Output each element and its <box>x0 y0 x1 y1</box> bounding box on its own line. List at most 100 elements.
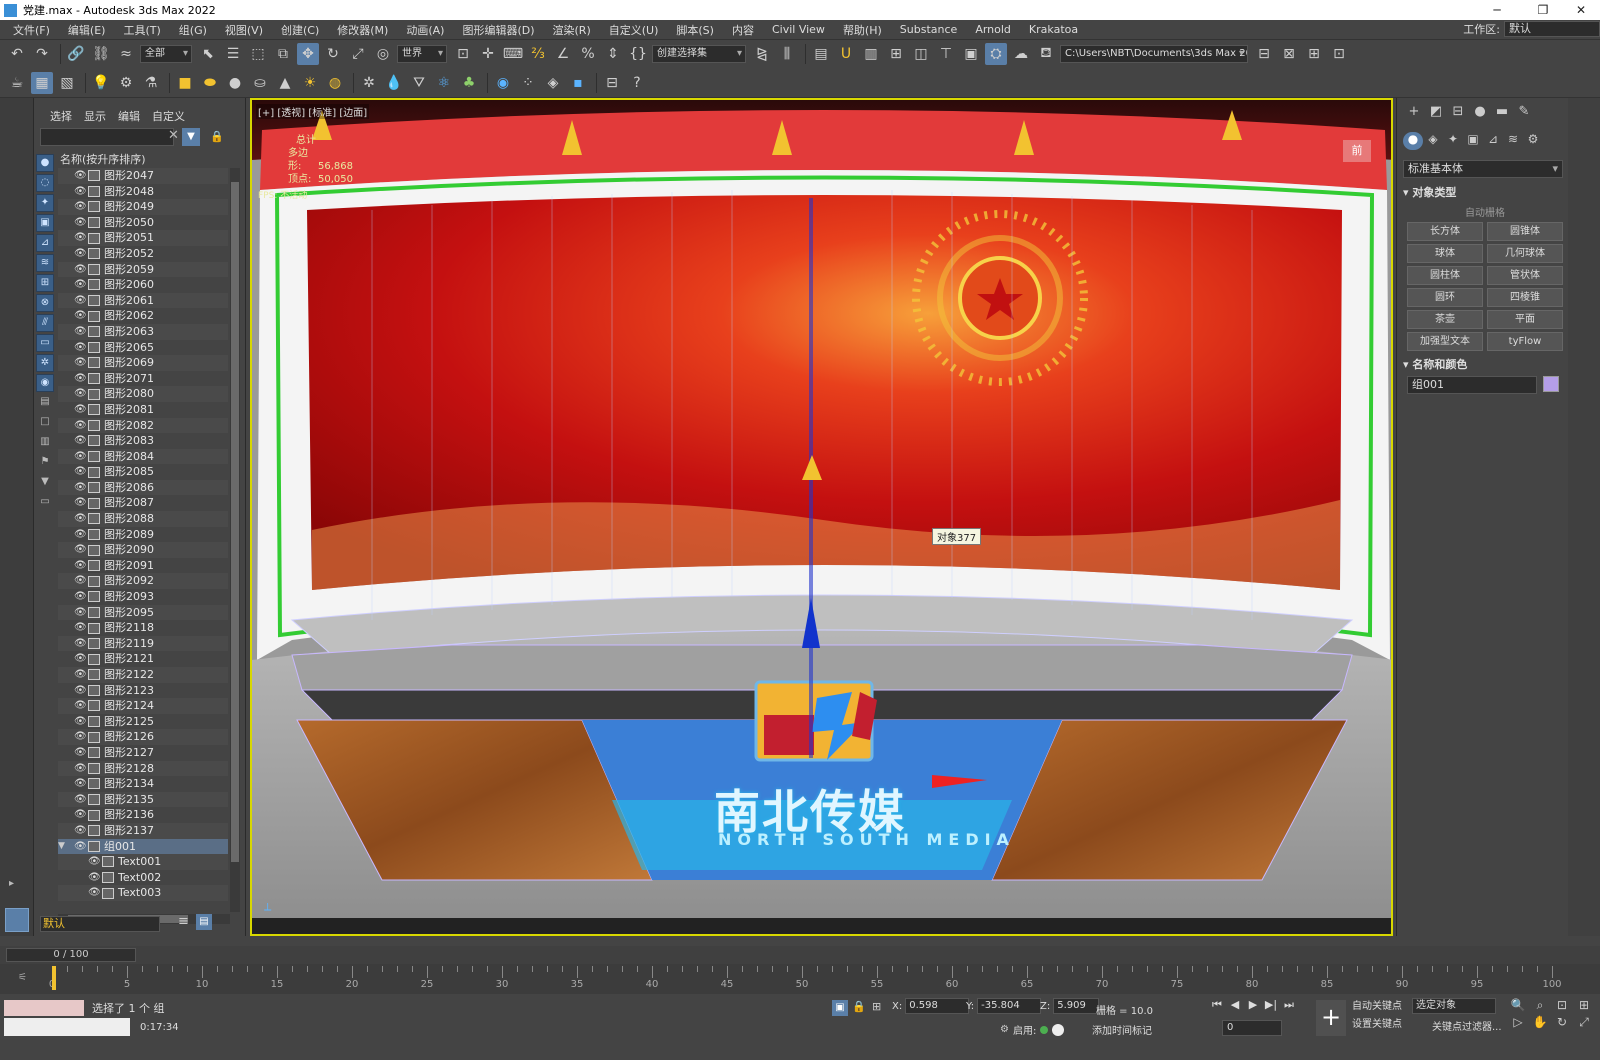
time-slider-readout[interactable]: 0 / 100 <box>6 948 136 962</box>
visibility-icon[interactable]: 👁 <box>88 854 102 870</box>
trackbar[interactable]: ⚟ 05101520253035404550556065707580859095… <box>0 964 1600 994</box>
scene-states-icon[interactable]: ⚙ <box>115 72 137 94</box>
list-item[interactable]: 👁 图形2136 <box>58 807 228 823</box>
material-editor-icon[interactable]: ◫ <box>910 43 932 65</box>
funnel-icon[interactable]: ▼ <box>36 474 54 492</box>
list-item[interactable]: 👁 图形2082 <box>58 417 228 434</box>
menu-file[interactable]: 文件(F) <box>4 22 59 38</box>
project-folder-icon[interactable]: ⊟ <box>1253 43 1275 65</box>
cameras-icon[interactable]: ▣ <box>1463 132 1483 150</box>
list-item[interactable]: 👁 图形2088 <box>58 511 228 527</box>
render-online-icon[interactable]: ☁ <box>1010 43 1032 65</box>
list-item[interactable]: 👁 图形2090 <box>58 542 228 558</box>
display-particles-icon[interactable]: ✲ <box>36 354 54 372</box>
menu-substance[interactable]: Substance <box>891 23 967 36</box>
select-manipulate-icon[interactable]: ✛ <box>477 43 499 65</box>
align-icon[interactable]: ⫼ <box>776 43 798 65</box>
object-color-swatch[interactable] <box>1543 376 1559 392</box>
workspace-dropdown[interactable]: 默认 <box>1504 21 1600 37</box>
sun-icon[interactable]: ☀ <box>299 72 321 94</box>
list-item[interactable]: 👁 图形2134 <box>58 776 228 792</box>
next-frame-icon[interactable]: ▶| <box>1262 998 1280 1012</box>
minimize-button[interactable]: ─ <box>1474 0 1520 20</box>
sphere-icon[interactable]: ● <box>224 72 246 94</box>
selection-filter-dropdown[interactable]: 全部 <box>140 45 192 63</box>
helpers-icon[interactable]: ⊿ <box>1483 132 1503 150</box>
named-selection-dropdown[interactable]: 创建选择集 <box>652 45 746 63</box>
viewport-swatch[interactable] <box>5 908 29 932</box>
render-setup-icon[interactable]: ⊤ <box>935 43 957 65</box>
visibility-icon[interactable]: 👁 <box>74 495 88 511</box>
visibility-icon[interactable]: 👁 <box>74 542 88 558</box>
prev-frame-icon[interactable]: ◀ <box>1226 998 1244 1012</box>
render-production-icon[interactable]: ⛭ <box>985 43 1007 65</box>
fluid-icon[interactable]: 💧 <box>383 72 405 94</box>
modify-tab-icon[interactable]: ◩ <box>1425 104 1447 122</box>
time-slider[interactable]: 0 / 100 <box>0 946 1600 964</box>
list-item[interactable]: 👁 图形2060 <box>58 277 228 293</box>
systems-icon[interactable]: ⚙ <box>1523 132 1543 150</box>
list-item[interactable]: 👁 图形2050 <box>58 215 228 231</box>
orbit-icon[interactable]: ↻ <box>1552 1015 1572 1030</box>
list-item[interactable]: 👁 图形2083 <box>58 433 228 449</box>
box-button[interactable]: 长方体 <box>1407 222 1483 241</box>
material-balls-icon[interactable]: ⁘ <box>517 72 539 94</box>
list-item[interactable]: 👁 图形2080 <box>58 386 228 402</box>
z-field[interactable]: 5.909 <box>1053 998 1100 1014</box>
window-crossing-icon[interactable]: ⧉ <box>272 43 294 65</box>
menu-graph-editors[interactable]: 图形编辑器(D) <box>453 22 543 38</box>
visibility-icon[interactable]: 👁 <box>74 667 88 683</box>
current-frame-field[interactable]: 0 <box>1222 1020 1282 1036</box>
display-bones-icon[interactable]: ⫻ <box>36 314 54 332</box>
display-groups-icon[interactable]: ⊞ <box>36 274 54 292</box>
redo-icon[interactable]: ↷ <box>31 43 53 65</box>
auto-grid-checkbox[interactable]: 自动栅格 <box>1465 204 1505 219</box>
menu-views[interactable]: 视图(V) <box>216 22 272 38</box>
scale-icon[interactable]: ⤢ <box>347 43 369 65</box>
visibility-icon[interactable]: 👁 <box>88 885 102 901</box>
tab-display[interactable]: 显示 <box>78 108 112 124</box>
project-path-dropdown[interactable]: C:\Users\NBT\Documents\3ds Max 2022 <box>1060 45 1248 63</box>
viewport-layout-icon[interactable]: ▦ <box>31 71 53 94</box>
go-to-start-icon[interactable]: ⏮ <box>1208 998 1226 1012</box>
list-item[interactable]: 👁 图形2081 <box>58 402 228 418</box>
list-item[interactable]: 👁 图形2065 <box>58 340 228 356</box>
hierarchy-tab-icon[interactable]: ⊟ <box>1447 104 1469 122</box>
angle-snap-icon[interactable]: ∠ <box>552 43 574 65</box>
layer-explorer-toggle-icon[interactable]: ▤ <box>196 914 212 930</box>
help-icon[interactable]: ? <box>626 72 648 94</box>
list-item[interactable]: 👁 图形2118 <box>58 620 228 636</box>
visibility-icon[interactable]: 👁 <box>74 683 88 699</box>
motion-tab-icon[interactable]: ● <box>1469 104 1491 122</box>
tab-customize[interactable]: 自定义 <box>146 108 191 124</box>
shapes-icon[interactable]: ◈ <box>1423 132 1443 150</box>
menu-animation[interactable]: 动画(A) <box>397 22 453 38</box>
fov-icon[interactable]: ▷ <box>1508 1015 1528 1030</box>
list-item[interactable]: 👁 图形2085 <box>58 464 228 480</box>
cloth-icon[interactable]: ⛛ <box>408 72 430 94</box>
list-item[interactable]: 👁 图形2123 <box>58 683 228 699</box>
visibility-icon[interactable]: 👁 <box>74 823 88 839</box>
visibility-icon[interactable]: 👁 <box>74 371 88 387</box>
visibility-icon[interactable]: 👁 <box>74 386 88 402</box>
link-icon[interactable]: 🔗 <box>65 43 87 65</box>
menu-edit[interactable]: 编辑(E) <box>59 22 115 38</box>
visibility-icon[interactable]: 👁 <box>74 262 88 278</box>
list-item[interactable]: 👁 图形2127 <box>58 745 228 761</box>
box-icon[interactable]: ■ <box>174 72 196 94</box>
scene-search-input[interactable] <box>40 128 174 146</box>
text-plus-button[interactable]: 加强型文本 <box>1407 332 1483 351</box>
menu-rendering[interactable]: 渲染(R) <box>544 22 600 38</box>
spacewarps-icon[interactable]: ≋ <box>1503 132 1523 150</box>
rendered-frame-icon[interactable]: ▣ <box>960 43 982 65</box>
visibility-icon[interactable]: 👁 <box>74 527 88 543</box>
expand-triangle-icon[interactable]: ▼ <box>58 839 70 855</box>
list-item[interactable]: 👁 图形2052 <box>58 246 228 262</box>
move-icon[interactable]: ✥ <box>297 43 319 65</box>
list-item[interactable]: 👁 图形2092 <box>58 573 228 590</box>
pan-icon[interactable]: ✋ <box>1530 1015 1550 1030</box>
list-item[interactable]: 👁 图形2125 <box>58 714 228 730</box>
list-item[interactable]: 👁 图形2069 <box>58 355 228 371</box>
project-extra-icon[interactable]: ⊡ <box>1328 43 1350 65</box>
tube-button[interactable]: 管状体 <box>1487 266 1563 285</box>
